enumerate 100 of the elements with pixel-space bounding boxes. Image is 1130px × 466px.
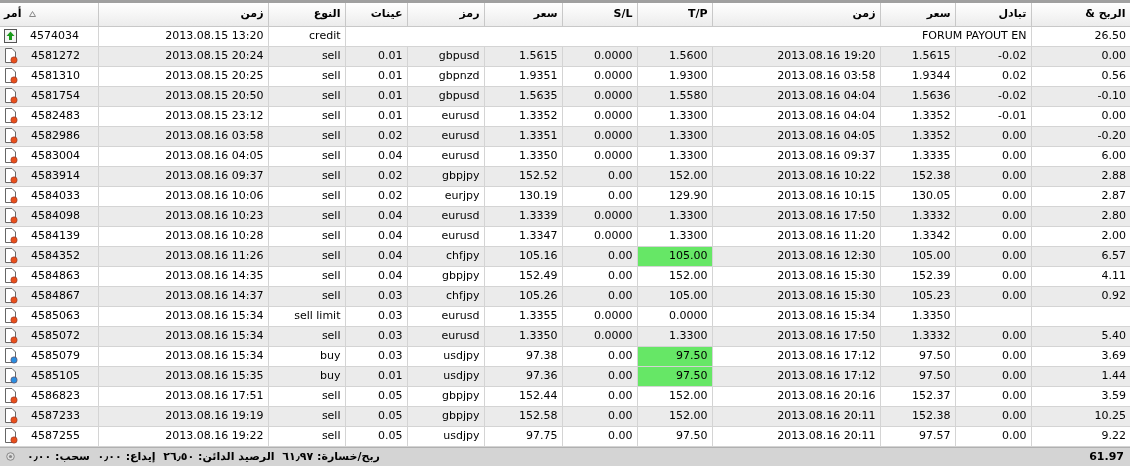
table-cell: 0.04	[345, 146, 407, 166]
table-cell: 2013.08.16 04:04	[712, 106, 880, 126]
table-cell: 2013.08.16 11:20	[712, 226, 880, 246]
order-number: 4585063	[31, 307, 80, 324]
table-cell: 152.44	[484, 386, 562, 406]
table-cell: chfjpy	[407, 286, 484, 306]
column-header[interactable]: زمن	[712, 3, 880, 26]
table-cell: 2013.08.16 17:50	[712, 326, 880, 346]
table-cell: 1.3342	[880, 226, 955, 246]
table-cell: 2.00	[1031, 226, 1130, 246]
table-cell: 130.05	[880, 186, 955, 206]
table-cell: 0.00	[955, 146, 1031, 166]
table-cell: 1.9300	[637, 66, 712, 86]
table-cell: 0.00	[955, 126, 1031, 146]
table-cell: 0.02	[345, 126, 407, 146]
table-cell: 130.19	[484, 186, 562, 206]
table-cell: sell	[268, 46, 345, 66]
table-cell: 2013.08.16 20:16	[712, 386, 880, 406]
table-cell: 0.00	[562, 266, 637, 286]
table-cell: sell	[268, 386, 345, 406]
table-cell: 152.00	[637, 386, 712, 406]
table-cell: 2.87	[1031, 186, 1130, 206]
total-value: 61.97	[1089, 448, 1124, 465]
column-header[interactable]: الربح &	[1031, 3, 1130, 26]
table-cell: 152.00	[637, 266, 712, 286]
column-header[interactable]: سعر	[880, 3, 955, 26]
table-cell: sell	[268, 246, 345, 266]
table-cell: 105.00	[880, 246, 955, 266]
table-cell: 2013.08.16 10:22	[712, 166, 880, 186]
table-cell: 1.3350	[484, 146, 562, 166]
column-header[interactable]: S/L	[562, 3, 637, 26]
table-cell: 152.49	[484, 266, 562, 286]
table-cell: 2013.08.16 12:30	[712, 246, 880, 266]
table-cell: eurusd	[407, 106, 484, 126]
table-cell: 152.58	[484, 406, 562, 426]
table-cell: 0.00	[562, 166, 637, 186]
table-cell: 0.0000	[637, 306, 712, 326]
table-cell: 1.5615	[880, 46, 955, 66]
table-cell: usdjpy	[407, 346, 484, 366]
table-cell: 2013.08.15 23:12	[98, 106, 268, 126]
table-cell: credit	[268, 26, 345, 46]
table-cell: 0.01	[345, 366, 407, 386]
table-cell: gbpjpy	[407, 166, 484, 186]
table-cell: 2013.08.16 10:06	[98, 186, 268, 206]
table-cell: 2013.08.16 17:12	[712, 366, 880, 386]
table-cell: 1.5600	[637, 46, 712, 66]
table-cell: 0.0000	[562, 106, 637, 126]
table-cell: 3.69	[1031, 346, 1130, 366]
table-cell: sell	[268, 286, 345, 306]
table-cell: 0.02	[955, 66, 1031, 86]
table-cell: sell	[268, 206, 345, 226]
table-cell: 0.00	[562, 286, 637, 306]
table-cell: 152.39	[880, 266, 955, 286]
column-header[interactable]: عينات	[345, 3, 407, 26]
column-header[interactable]: رمز	[407, 3, 484, 26]
table-cell: 0.0000	[562, 146, 637, 166]
table-cell: 1.3352	[880, 126, 955, 146]
table-cell: -0.20	[1031, 126, 1130, 146]
table-cell: 0.05	[345, 386, 407, 406]
table-cell: sell	[268, 426, 345, 446]
table-cell: 1.3300	[637, 206, 712, 226]
table-cell: 2013.08.16 15:34	[98, 346, 268, 366]
column-header[interactable]: تبادل	[955, 3, 1031, 26]
order-number: 4585079	[31, 347, 80, 364]
table-cell: 0.0000	[562, 226, 637, 246]
table-cell: 2013.08.16 10:23	[98, 206, 268, 226]
column-header[interactable]: النوع	[268, 3, 345, 26]
table-cell: usdjpy	[407, 366, 484, 386]
column-header[interactable]: سعر	[484, 3, 562, 26]
document-icon	[4, 88, 18, 104]
table-cell: 0.00	[562, 346, 637, 366]
table-cell: 97.36	[484, 366, 562, 386]
table-cell: 2013.08.16 17:50	[712, 206, 880, 226]
table-cell: 1.5580	[637, 86, 712, 106]
table-cell: 2013.08.16 20:11	[712, 426, 880, 446]
order-number: 4582483	[31, 107, 80, 124]
table-cell: 1.3350	[484, 326, 562, 346]
document-icon	[4, 248, 18, 264]
document-icon	[4, 328, 18, 344]
order-number: 4585072	[31, 327, 80, 344]
table-cell: eurusd	[407, 326, 484, 346]
table-cell: 1.3347	[484, 226, 562, 246]
table-cell: 2013.08.16 15:34	[98, 326, 268, 346]
column-header[interactable]: زمن	[98, 3, 268, 26]
table-cell: -0.02	[955, 46, 1031, 66]
table-cell: sell	[268, 186, 345, 206]
order-number: 4581754	[31, 87, 80, 104]
table-cell: 2.88	[1031, 166, 1130, 186]
order-number: 4584352	[31, 247, 80, 264]
table-cell: 2013.08.16 09:37	[712, 146, 880, 166]
table-cell: 97.50	[637, 426, 712, 446]
table-cell: 0.0000	[562, 46, 637, 66]
column-header[interactable]: T/P	[637, 3, 712, 26]
table-cell: gbpnzd	[407, 66, 484, 86]
table-cell: chfjpy	[407, 246, 484, 266]
table-cell: 0.04	[345, 246, 407, 266]
table-cell: 0.56	[1031, 66, 1130, 86]
column-header[interactable]: أمر	[0, 3, 98, 26]
header-label: أمر	[4, 6, 22, 22]
order-number: 4586823	[31, 387, 80, 404]
